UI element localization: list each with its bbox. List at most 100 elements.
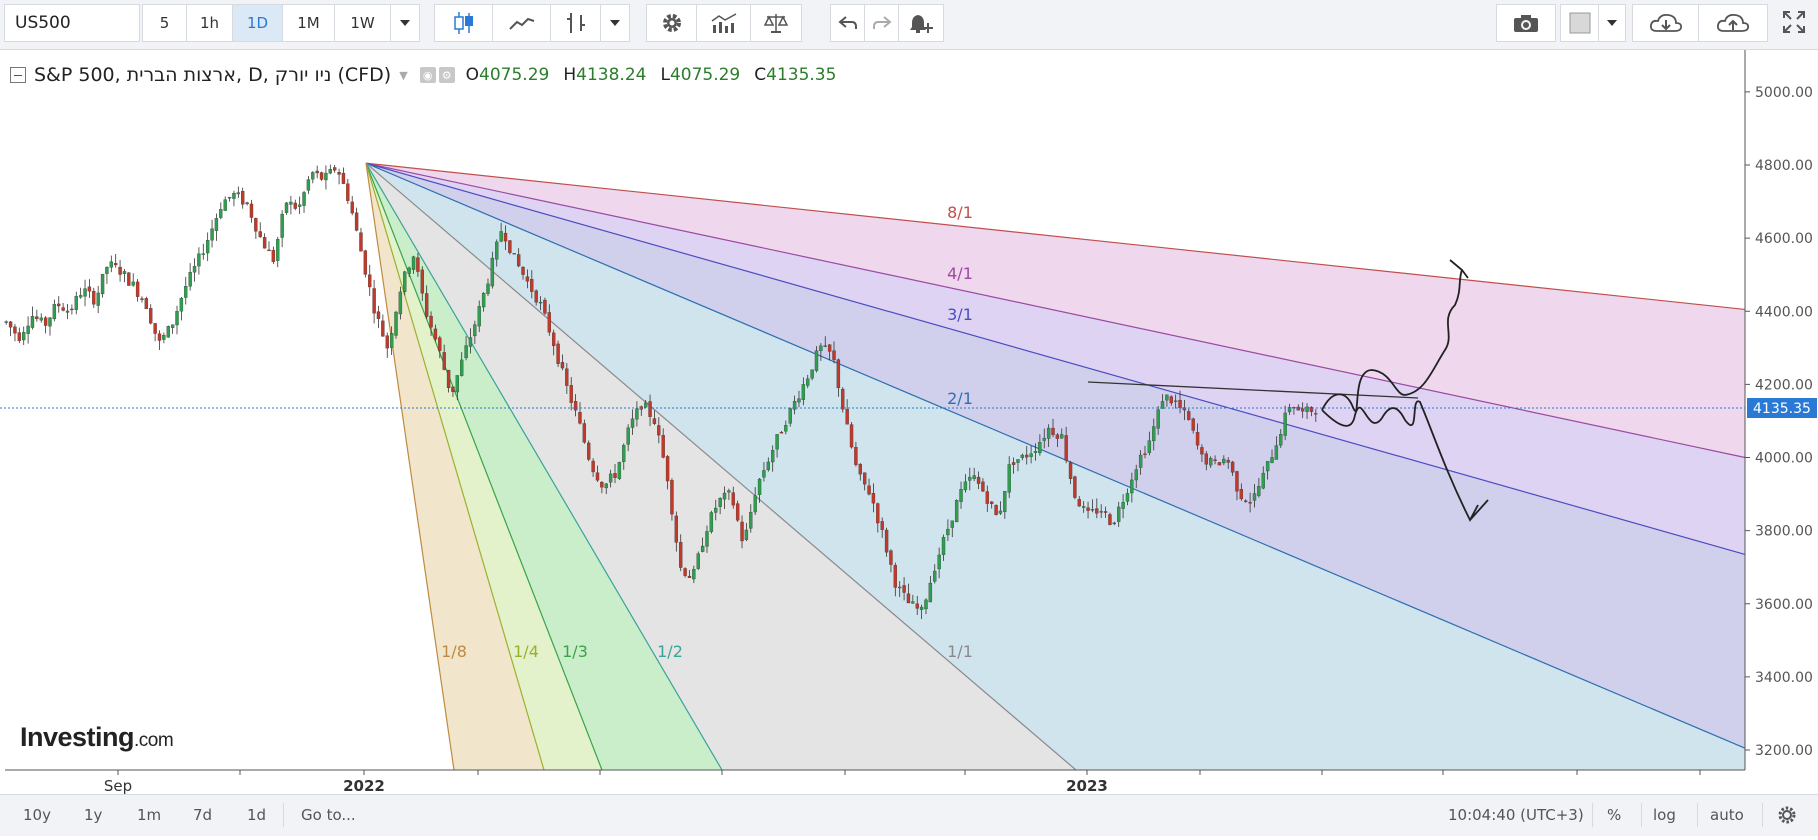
interval-1h-button[interactable]: 1h bbox=[187, 5, 233, 41]
candle-body bbox=[547, 312, 551, 333]
candle-body bbox=[57, 303, 61, 307]
candle-body bbox=[403, 271, 407, 292]
candle-body bbox=[735, 503, 740, 521]
candle-body bbox=[696, 553, 700, 569]
symbol-input[interactable]: US500 bbox=[4, 4, 140, 42]
interval-group: 5 1h 1D 1M 1W bbox=[142, 4, 420, 42]
interval-1w-button[interactable]: 1W bbox=[335, 5, 391, 41]
candle-body bbox=[1117, 506, 1121, 522]
candle-body bbox=[363, 250, 368, 275]
candle-body bbox=[289, 201, 293, 205]
interval-1m-button[interactable]: 1M bbox=[283, 5, 335, 41]
chart-settings-button[interactable] bbox=[1777, 795, 1797, 835]
candle-body bbox=[1209, 458, 1213, 466]
candle-body bbox=[819, 345, 823, 351]
go-to-button[interactable]: Go to... bbox=[301, 795, 356, 835]
candle-body bbox=[359, 232, 363, 252]
price-tick-label: 4200.00 bbox=[1755, 377, 1813, 393]
redo-button[interactable] bbox=[865, 5, 899, 41]
interval-1d-button[interactable]: 1D bbox=[233, 5, 283, 41]
chart-area[interactable]: 8/1 4/1 3/1 2/1 1/1 1/2 1/3 1/4 1/8 5000.00 4800.0… bbox=[0, 50, 1818, 794]
collapse-legend-button[interactable] bbox=[10, 67, 26, 83]
candle-body bbox=[1248, 502, 1252, 504]
indicators-button[interactable] bbox=[697, 5, 751, 41]
candle-body bbox=[1147, 440, 1152, 453]
candle-body bbox=[1121, 502, 1125, 509]
candle-body bbox=[311, 172, 315, 180]
visibility-icon[interactable]: ◉ bbox=[419, 67, 436, 83]
candle-body bbox=[714, 507, 718, 513]
candle-body bbox=[1038, 442, 1042, 454]
add-alert-button[interactable] bbox=[899, 5, 943, 41]
candle-body bbox=[241, 191, 245, 205]
range-1d-button[interactable]: 1d bbox=[247, 795, 266, 835]
candle-body bbox=[346, 183, 350, 201]
candle-body bbox=[959, 489, 963, 502]
caret-down-icon[interactable]: ▼ bbox=[399, 69, 407, 82]
ohlc-bars-icon bbox=[566, 13, 585, 33]
candle-body bbox=[1156, 409, 1160, 429]
candle-body bbox=[1077, 499, 1081, 507]
snapshot-button[interactable] bbox=[1497, 5, 1555, 41]
candle-body bbox=[1296, 406, 1300, 411]
candle-body bbox=[670, 480, 674, 515]
candle-body bbox=[604, 483, 608, 489]
interval-5-button[interactable]: 5 bbox=[143, 5, 187, 41]
bar-chart-button[interactable] bbox=[551, 5, 601, 41]
candle-body bbox=[179, 298, 184, 312]
candle-body bbox=[1178, 399, 1182, 408]
candle-body bbox=[591, 460, 595, 473]
candle-body bbox=[1095, 508, 1099, 514]
candle-body bbox=[1108, 514, 1112, 525]
color-picker-button[interactable] bbox=[1561, 5, 1599, 41]
fullscreen-button[interactable] bbox=[1774, 4, 1814, 40]
range-1m-button[interactable]: 1m bbox=[137, 795, 161, 835]
candle-body bbox=[587, 442, 591, 460]
range-7d-button[interactable]: 7d bbox=[193, 795, 212, 835]
compare-button[interactable] bbox=[751, 5, 801, 41]
candle-body bbox=[416, 257, 420, 272]
candle-body bbox=[972, 475, 976, 480]
log-scale-button[interactable]: log bbox=[1653, 795, 1676, 835]
candle-body bbox=[1279, 434, 1283, 446]
candle-body bbox=[867, 485, 871, 495]
candle-body bbox=[1064, 435, 1068, 461]
percent-scale-button[interactable]: % bbox=[1607, 795, 1621, 835]
candle-body bbox=[1314, 413, 1318, 415]
settings-mini-icon[interactable]: ⚙ bbox=[438, 67, 455, 83]
cloud-download-button[interactable] bbox=[1633, 5, 1699, 41]
chevron-down-icon bbox=[610, 20, 620, 26]
candle-body bbox=[906, 593, 911, 604]
price-chart[interactable]: 8/1 4/1 3/1 2/1 1/1 1/2 1/3 1/4 1/8 5000.00 4800.0… bbox=[0, 50, 1818, 794]
candle-body bbox=[679, 541, 683, 568]
candle-body bbox=[83, 288, 87, 297]
candlestick-chart-button[interactable] bbox=[435, 5, 493, 41]
candle-body bbox=[74, 296, 78, 310]
candlestick-icon bbox=[453, 12, 473, 34]
candle-body bbox=[1060, 434, 1064, 439]
candle-body bbox=[1261, 472, 1265, 489]
candle-body bbox=[149, 308, 153, 324]
settings-button[interactable] bbox=[647, 5, 697, 41]
indicators-icon bbox=[711, 13, 736, 33]
undo-button[interactable] bbox=[831, 5, 865, 41]
bell-plus-icon bbox=[910, 15, 933, 33]
gann-fan-label: 3/1 bbox=[947, 305, 973, 324]
fullscreen-icon bbox=[1783, 11, 1805, 33]
candle-body bbox=[1226, 459, 1230, 463]
range-1y-button[interactable]: 1y bbox=[84, 795, 102, 835]
color-dropdown-button[interactable] bbox=[1599, 5, 1625, 41]
line-chart-button[interactable] bbox=[493, 5, 551, 41]
candle-body bbox=[446, 369, 451, 389]
candle-body bbox=[188, 272, 192, 287]
chart-type-dropdown-button[interactable] bbox=[601, 5, 629, 41]
candle-body bbox=[928, 582, 933, 603]
candle-body bbox=[219, 209, 223, 218]
candle-body bbox=[284, 202, 289, 213]
high-value: H4138.24 bbox=[563, 65, 647, 85]
interval-dropdown-button[interactable] bbox=[391, 5, 419, 41]
investing-logo: Investing.com bbox=[20, 722, 174, 752]
cloud-upload-button[interactable] bbox=[1699, 5, 1767, 41]
range-10y-button[interactable]: 10y bbox=[23, 795, 51, 835]
auto-scale-button[interactable]: auto bbox=[1710, 795, 1744, 835]
